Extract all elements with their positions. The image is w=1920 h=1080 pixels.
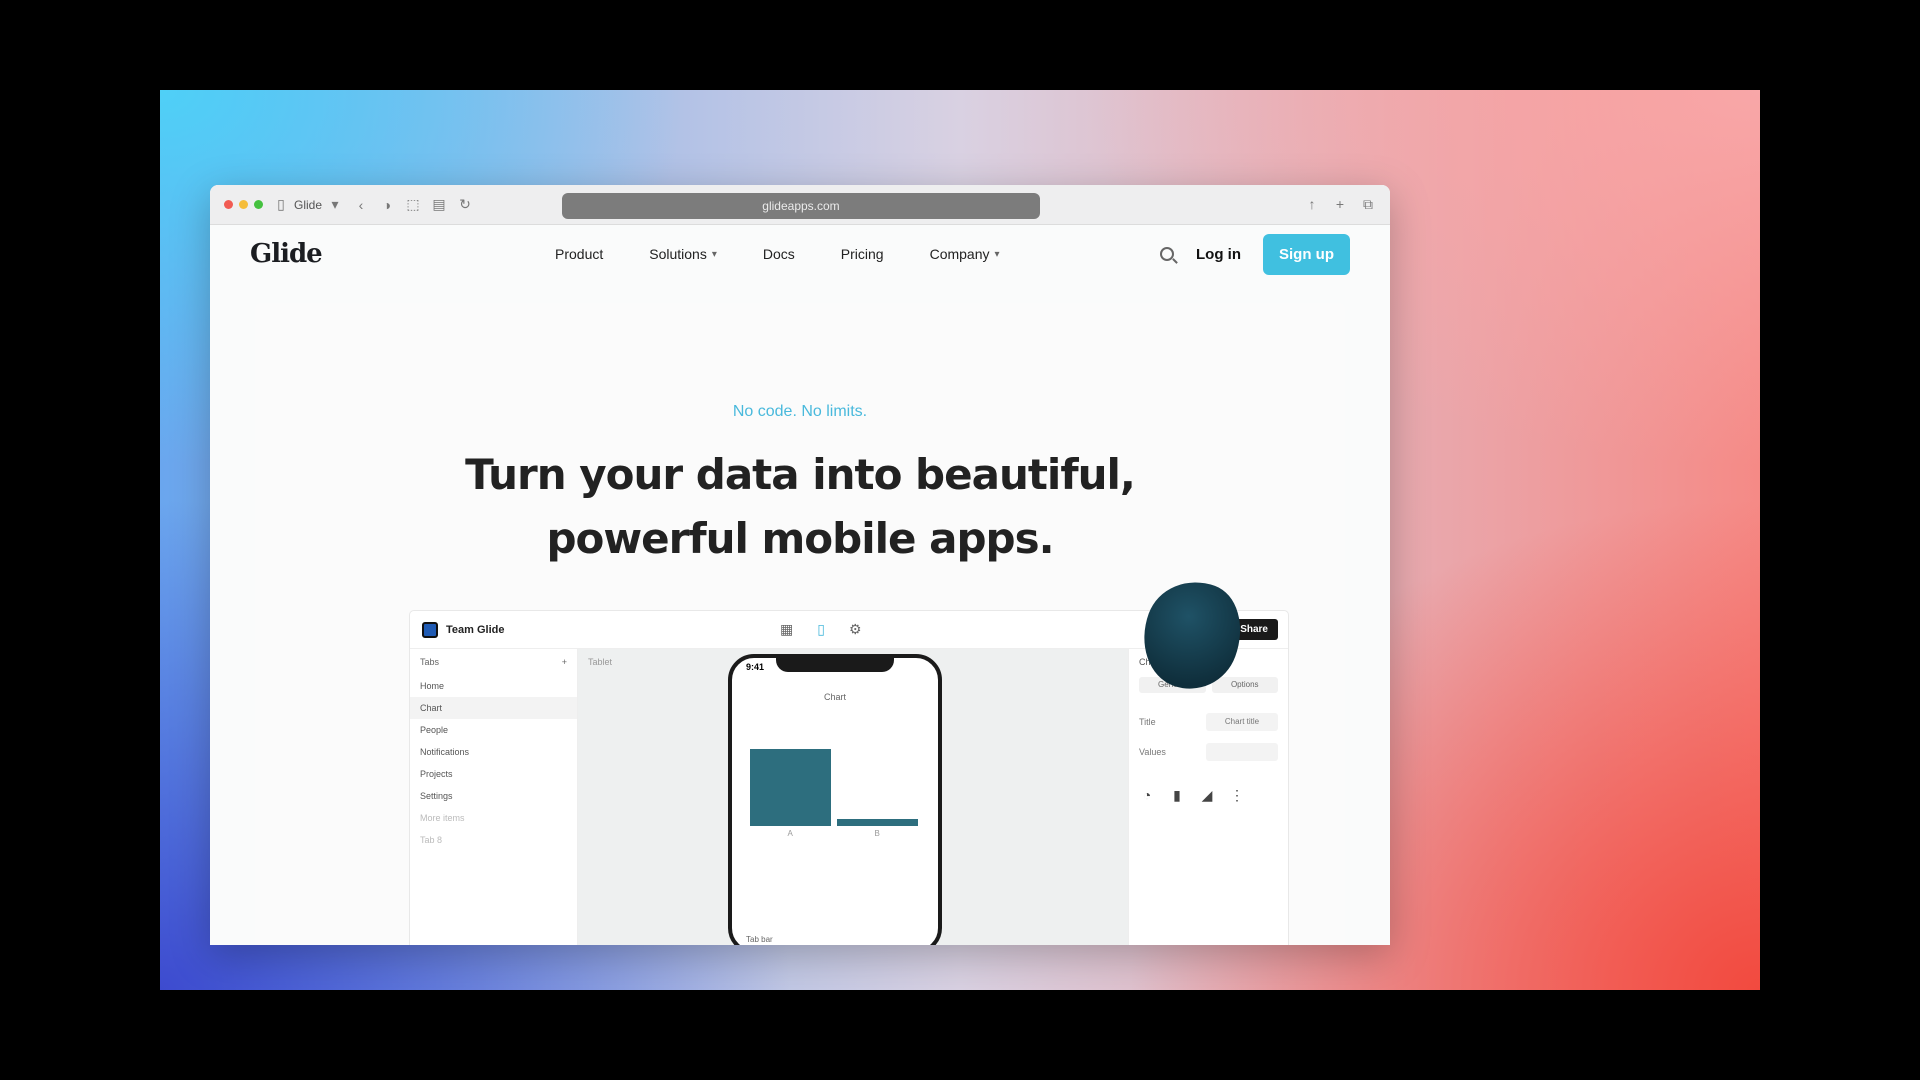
app-icon bbox=[422, 621, 438, 638]
nav-item-solutions[interactable]: Solutions ▾ bbox=[649, 246, 717, 262]
tabs-panel: Tabs + Home Chart People Notifications P… bbox=[410, 649, 578, 945]
address-text: glideapps.com bbox=[762, 199, 840, 213]
browser-window: ▯ Glide ▾ ‹ ◑ ⬚ ▤ ↻ glideapps.com ↑ + ⧉ … bbox=[210, 185, 1390, 945]
site-header: Glide Product Solutions ▾ Docs Pricing Co… bbox=[210, 225, 1390, 283]
phone-footer: Tab bar bbox=[746, 935, 773, 944]
site-logo[interactable]: Glide bbox=[250, 239, 323, 269]
app-title: Team Glide bbox=[446, 623, 505, 636]
shield-icon[interactable]: ◑ bbox=[379, 197, 395, 213]
bookmark-icon[interactable]: ▤ bbox=[431, 196, 447, 213]
add-icon[interactable]: + bbox=[562, 657, 567, 667]
nav-item-label: Docs bbox=[762, 246, 795, 262]
panel-header: Tabs + bbox=[420, 657, 567, 667]
area-chart-icon[interactable]: ◢ bbox=[1199, 787, 1215, 803]
component-icons: ◔ ▮ ◢ ⋮ bbox=[1139, 787, 1278, 803]
signup-button[interactable]: Sign up bbox=[1263, 233, 1350, 275]
phone-time: 9:41 bbox=[746, 662, 765, 672]
tab-options[interactable]: Options bbox=[1211, 677, 1278, 693]
headline-line-1: Turn your data into beautiful, bbox=[465, 450, 1136, 499]
login-link[interactable]: Log in bbox=[1196, 246, 1241, 263]
list-item[interactable]: Settings bbox=[420, 785, 567, 807]
close-window-button[interactable] bbox=[224, 200, 233, 209]
new-tab-icon[interactable]: + bbox=[1332, 196, 1348, 213]
hero-panel: No code. No limits. Turn your data into … bbox=[255, 303, 1345, 945]
chart-bar-label: B bbox=[874, 829, 880, 838]
chart-bar bbox=[837, 819, 918, 826]
nav-item-docs[interactable]: Docs bbox=[763, 246, 795, 262]
title-field[interactable]: Chart title bbox=[1206, 713, 1278, 731]
main-nav: Product Solutions ▾ Docs Pricing Company ▾ bbox=[555, 246, 1000, 262]
window-controls bbox=[224, 200, 263, 209]
maximize-window-button[interactable] bbox=[254, 200, 263, 209]
hero-section: No code. No limits. Turn your data into … bbox=[210, 283, 1390, 945]
hero-eyebrow: No code. No limits. bbox=[732, 403, 868, 420]
search-icon[interactable] bbox=[1160, 247, 1174, 261]
minimize-window-button[interactable] bbox=[239, 200, 248, 209]
preview-canvas: Tablet 9:41 Chart AB Tab bar bbox=[578, 649, 1128, 945]
property-label: Title bbox=[1139, 717, 1156, 727]
back-icon[interactable]: ‹ bbox=[353, 197, 369, 213]
device-label: Tablet bbox=[588, 657, 613, 667]
nav-item-product[interactable]: Product bbox=[555, 246, 603, 262]
pie-chart-icon[interactable]: ◔ bbox=[1139, 787, 1155, 803]
phone-chart: AB bbox=[750, 740, 924, 838]
chart-bar bbox=[750, 748, 831, 826]
chevron-down-icon: ▾ bbox=[711, 248, 717, 260]
property-row: Values bbox=[1139, 737, 1278, 767]
properties-panel: Chart General Options Title Chart title … bbox=[1128, 649, 1288, 945]
headline-line-2: powerful mobile apps. bbox=[546, 514, 1054, 563]
list-item[interactable]: Home bbox=[420, 675, 567, 697]
address-bar[interactable]: glideapps.com bbox=[562, 193, 1040, 219]
header-actions: Log in Sign up bbox=[1160, 233, 1350, 275]
list-item[interactable]: People bbox=[420, 719, 567, 741]
sidebar-icon: ▯ bbox=[277, 196, 285, 212]
chart-bar-label: A bbox=[787, 829, 793, 838]
panel-header-label: Tabs bbox=[420, 657, 440, 667]
list-item[interactable]: Notifications bbox=[420, 741, 567, 763]
list-item[interactable]: More items bbox=[420, 807, 567, 829]
nav-item-company[interactable]: Company ▾ bbox=[930, 246, 1000, 262]
browser-toolbar: ▯ Glide ▾ ‹ ◑ ⬚ ▤ ↻ glideapps.com ↑ + ⧉ bbox=[210, 185, 1390, 225]
more-icon[interactable]: ⋮ bbox=[1229, 787, 1245, 803]
phone-screen-title: Chart bbox=[823, 692, 846, 702]
tab-group-label: Glide bbox=[294, 197, 323, 212]
browser-actions: ↑ + ⧉ bbox=[1304, 196, 1376, 213]
phone-preview[interactable]: 9:41 Chart AB Tab bar bbox=[728, 654, 942, 945]
nav-item-label: Company bbox=[929, 246, 990, 262]
property-row: Title Chart title bbox=[1139, 707, 1278, 737]
editor-mode-switch: ▦ ▯ ⚙ bbox=[780, 621, 862, 638]
settings-icon[interactable]: ⚙ bbox=[849, 621, 862, 638]
phone-notch bbox=[776, 658, 894, 672]
tab-group-selector[interactable]: ▯ Glide ▾ bbox=[273, 196, 343, 213]
list-item[interactable]: Chart bbox=[410, 697, 577, 719]
nav-item-pricing[interactable]: Pricing bbox=[841, 246, 884, 262]
reload-icon[interactable]: ↻ bbox=[457, 196, 473, 213]
chevron-down-icon: ▾ bbox=[331, 196, 339, 212]
values-field[interactable] bbox=[1206, 743, 1278, 761]
nav-item-label: Solutions bbox=[649, 246, 707, 262]
tabs-overview-icon[interactable]: ⧉ bbox=[1360, 196, 1376, 213]
extension-icon[interactable]: ⬚ bbox=[405, 196, 421, 213]
chevron-down-icon: ▾ bbox=[994, 248, 1000, 260]
nav-item-label: Pricing bbox=[840, 246, 884, 262]
list-item[interactable]: Projects bbox=[420, 763, 567, 785]
list-item[interactable]: Tab 8 bbox=[420, 829, 567, 851]
bar-chart-icon[interactable]: ▮ bbox=[1169, 787, 1185, 803]
hero-headline: Turn your data into beautiful, powerful … bbox=[255, 443, 1345, 571]
property-label: Values bbox=[1139, 747, 1166, 757]
nav-item-label: Product bbox=[555, 246, 604, 262]
data-editor-icon[interactable]: ▦ bbox=[780, 621, 793, 638]
layout-editor-icon[interactable]: ▯ bbox=[817, 621, 825, 638]
share-icon[interactable]: ↑ bbox=[1304, 196, 1320, 213]
